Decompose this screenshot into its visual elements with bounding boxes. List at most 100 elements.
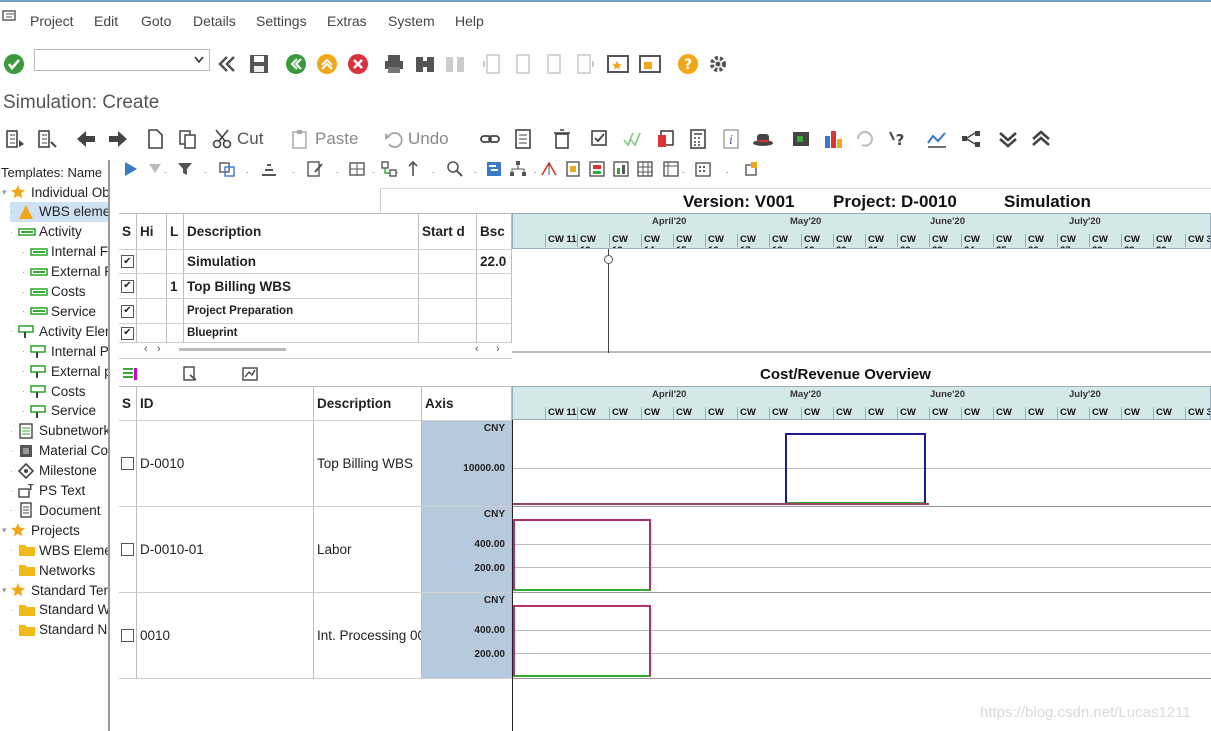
graph-icon[interactable] [925, 127, 949, 151]
row-select-checkbox[interactable] [119, 421, 137, 507]
col-header-level[interactable]: L [167, 214, 184, 250]
info-icon[interactable]: i [719, 127, 743, 151]
help-icon[interactable]: ? [676, 52, 700, 76]
options-icon[interactable] [742, 160, 760, 178]
col-header-axis[interactable]: Axis [422, 387, 512, 421]
cancel-icon[interactable] [346, 52, 370, 76]
double-chevron-left-icon[interactable] [215, 52, 239, 76]
link-icon[interactable] [478, 127, 502, 151]
checkbox[interactable]: ✔ [121, 255, 134, 268]
enter-check-icon[interactable] [2, 52, 26, 76]
row-id[interactable]: 0010 [137, 593, 314, 679]
tree-item[interactable]: · Subnetwork [10, 421, 108, 441]
row-id[interactable]: D-0010 [137, 421, 314, 507]
row-description[interactable]: Simulation [184, 250, 419, 274]
menu-help[interactable]: Help [455, 13, 484, 29]
row-description[interactable]: Blueprint [184, 324, 419, 343]
col-header-start-date[interactable]: Start d [419, 214, 477, 250]
chart-settings-icon[interactable] [242, 366, 258, 382]
network-icon[interactable] [959, 127, 983, 151]
tree-item[interactable]: · Costs [22, 282, 86, 302]
paste-icon[interactable] [289, 127, 313, 151]
toolbar-dropdown-icon[interactable]: . [726, 165, 732, 177]
cut-label[interactable]: Cut [237, 128, 263, 150]
toolbar-dropdown-icon[interactable]: . [432, 165, 438, 177]
menu-project[interactable]: Project [30, 13, 74, 29]
menu-extras[interactable]: Extras [327, 13, 367, 29]
cut-icon[interactable] [210, 127, 234, 151]
toolbar-dropdown-icon[interactable]: . [534, 165, 540, 177]
command-field[interactable] [34, 49, 210, 71]
last-page-icon[interactable] [573, 52, 597, 76]
row-id[interactable]: D-0010-01 [137, 507, 314, 593]
list-icon[interactable] [511, 127, 535, 151]
toolbar-dropdown-icon[interactable]: . [292, 165, 298, 177]
checkbox[interactable] [121, 457, 134, 470]
checkbox[interactable] [121, 629, 134, 642]
find-next-icon[interactable] [443, 52, 467, 76]
scroll-right2-icon[interactable]: › [496, 343, 500, 355]
command-dropdown-icon[interactable] [190, 49, 208, 71]
menu-details[interactable]: Details [193, 13, 236, 29]
first-page-icon[interactable] [480, 52, 504, 76]
tree-item[interactable]: · Activity Elen [10, 321, 108, 341]
col-header-description[interactable]: Description [314, 387, 422, 421]
row-select-checkbox[interactable]: ✔ [119, 250, 137, 274]
tree-item[interactable]: · Internal P [22, 341, 108, 361]
delete-icon[interactable] [550, 127, 574, 151]
col-header-s[interactable]: S [119, 387, 137, 421]
exit-icon[interactable] [315, 52, 339, 76]
tree-item[interactable]: · Networks [10, 560, 95, 580]
detail-icon[interactable] [35, 127, 59, 151]
calendar-icon[interactable] [694, 160, 712, 178]
consistency-check-icon[interactable] [620, 127, 644, 151]
checkbox[interactable] [121, 543, 134, 556]
save-icon[interactable] [247, 52, 271, 76]
tree-item[interactable]: · Service [22, 301, 96, 321]
page-icon[interactable] [564, 160, 582, 178]
col-header-description[interactable]: Description [184, 214, 419, 250]
toolbar-dropdown-icon[interactable]: . [474, 165, 480, 177]
toolbar-dropdown-icon[interactable]: . [372, 165, 378, 177]
find-icon[interactable] [413, 52, 437, 76]
undo-icon[interactable] [382, 127, 406, 151]
group-icon[interactable] [218, 160, 236, 178]
tree-item[interactable]: · External F [22, 262, 108, 282]
copy-template-icon[interactable] [654, 127, 678, 151]
grid-icon[interactable] [636, 160, 654, 178]
row-select-checkbox[interactable] [119, 593, 137, 679]
resource-icon[interactable] [588, 160, 606, 178]
sap-menu-icon[interactable] [2, 9, 18, 23]
upper-hscroll[interactable]: ‹ › ‹ › [119, 343, 512, 356]
tree-item[interactable]: · Activity [10, 222, 82, 242]
select-down-icon[interactable] [146, 160, 164, 178]
zoom-icon[interactable] [446, 160, 464, 178]
shortcut-icon[interactable] [638, 52, 662, 76]
tree-item[interactable]: · Internal F [22, 242, 108, 262]
undo-label[interactable]: Undo [408, 128, 449, 150]
toolbar-dropdown-icon[interactable]: . [682, 165, 688, 177]
row-description[interactable]: Project Preparation [184, 299, 419, 324]
toolbar-dropdown-icon[interactable]: . [336, 165, 342, 177]
cost-bar[interactable] [513, 605, 651, 677]
pin-icon[interactable] [404, 160, 422, 178]
export-icon[interactable] [182, 366, 198, 382]
edit-layout-icon[interactable] [306, 160, 324, 178]
cycle-icon[interactable] [853, 127, 877, 151]
scroll-right-icon[interactable]: › [157, 343, 161, 355]
col-header-basic[interactable]: Bsc [477, 214, 512, 250]
bar-chart-icon[interactable] [821, 127, 845, 151]
col-header-id[interactable]: ID [137, 387, 314, 421]
select-mode-icon[interactable] [122, 160, 140, 178]
new-document-icon[interactable] [143, 127, 167, 151]
checkbox[interactable]: ✔ [121, 326, 134, 340]
expand-all-icon[interactable] [996, 127, 1020, 151]
hat-icon[interactable] [751, 127, 775, 151]
checkbox[interactable]: ✔ [121, 304, 134, 318]
table-layout-icon[interactable] [348, 160, 366, 178]
scroll-left-icon[interactable]: ‹ [144, 343, 148, 355]
menu-goto[interactable]: Goto [141, 13, 171, 29]
toolbar-dropdown-icon[interactable]: . [204, 165, 210, 177]
tree-item[interactable]: · WBS eleme [10, 201, 108, 222]
tree-item[interactable]: ▾ Projects [2, 520, 80, 540]
